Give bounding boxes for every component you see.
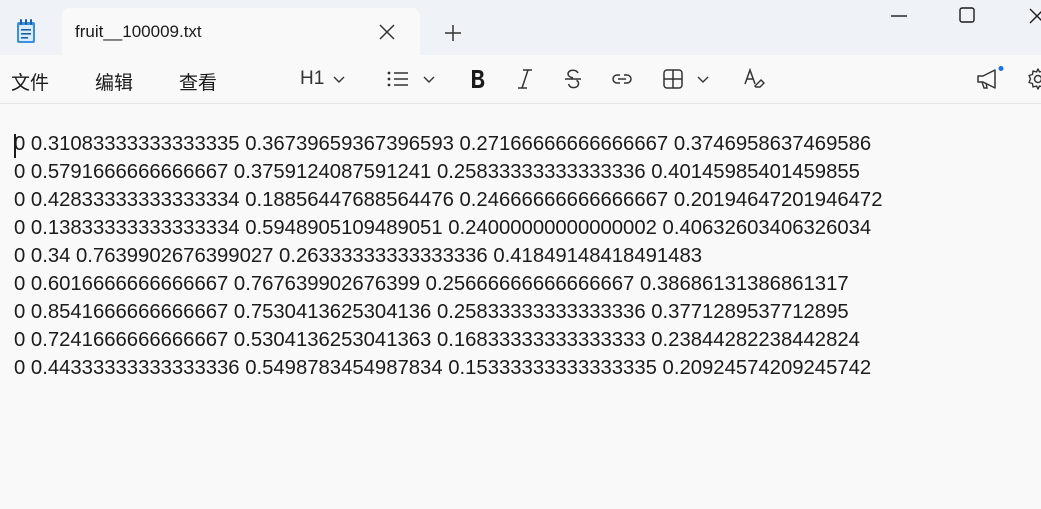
notifications-button[interactable] — [975, 65, 1005, 93]
text-line: 0 0.42833333333333334 0.1885644768856447… — [14, 189, 883, 211]
text-line: 0 0.5791666666666667 0.3759124087591241 … — [14, 161, 860, 183]
text-caret — [14, 134, 16, 158]
bold-icon — [472, 70, 485, 88]
minimize-icon[interactable] — [884, 3, 914, 29]
chevron-down-icon — [697, 76, 709, 83]
table-dropdown[interactable] — [662, 65, 710, 93]
text-line: 0 0.31083333333333335 0.3673965936739659… — [14, 133, 872, 155]
italic-icon — [518, 69, 532, 89]
clear-formatting-button[interactable] — [742, 65, 766, 93]
title-bar: fruit__100009.txt — [0, 0, 1041, 55]
text-line: 0 0.7241666666666667 0.5304136253041363 … — [14, 329, 860, 351]
link-button[interactable] — [610, 65, 634, 93]
megaphone-icon — [977, 66, 1004, 89]
tab-close-icon[interactable] — [375, 20, 399, 44]
toolbar: 文件 编辑 查看 H1 — [0, 55, 1041, 104]
text-line: 0 0.34 0.7639902676399027 0.263333333333… — [14, 245, 703, 267]
table-icon — [663, 69, 683, 89]
tab-active-file[interactable]: fruit__100009.txt — [62, 8, 420, 55]
settings-button[interactable] — [1026, 65, 1041, 93]
list-dropdown[interactable] — [386, 65, 436, 93]
menu-view[interactable]: 查看 — [179, 68, 217, 95]
strikethrough-icon — [565, 69, 581, 89]
text-line: 0 0.6016666666666667 0.767639902676399 0… — [14, 273, 849, 295]
heading-dropdown[interactable]: H1 — [300, 65, 346, 93]
clear-formatting-icon — [744, 67, 765, 88]
bulleted-list-icon — [387, 71, 408, 87]
link-icon — [612, 74, 632, 84]
strikethrough-button[interactable] — [562, 65, 584, 93]
menu-file[interactable]: 文件 — [11, 68, 49, 95]
maximize-icon[interactable] — [952, 3, 982, 29]
bold-button[interactable] — [466, 65, 488, 93]
heading-label: H1 — [300, 68, 325, 89]
text-line: 0 0.8541666666666667 0.7530413625304136 … — [14, 301, 849, 323]
italic-button[interactable] — [514, 65, 536, 93]
notepad-app-icon — [17, 19, 35, 43]
text-editor[interactable]: 0 0.31083333333333335 0.3673965936739659… — [0, 105, 1041, 509]
text-line: 0 0.44333333333333336 0.5498783454987834… — [14, 357, 872, 379]
gear-icon — [1028, 68, 1041, 90]
menu-edit[interactable]: 编辑 — [95, 68, 133, 95]
text-line: 0 0.13833333333333334 0.5948905109489051… — [14, 217, 872, 239]
tab-title: fruit__100009.txt — [75, 22, 202, 41]
new-tab-plus-icon[interactable] — [440, 20, 466, 46]
chevron-down-icon — [333, 76, 345, 83]
chevron-down-icon — [423, 76, 435, 83]
close-window-icon[interactable] — [1020, 3, 1041, 29]
